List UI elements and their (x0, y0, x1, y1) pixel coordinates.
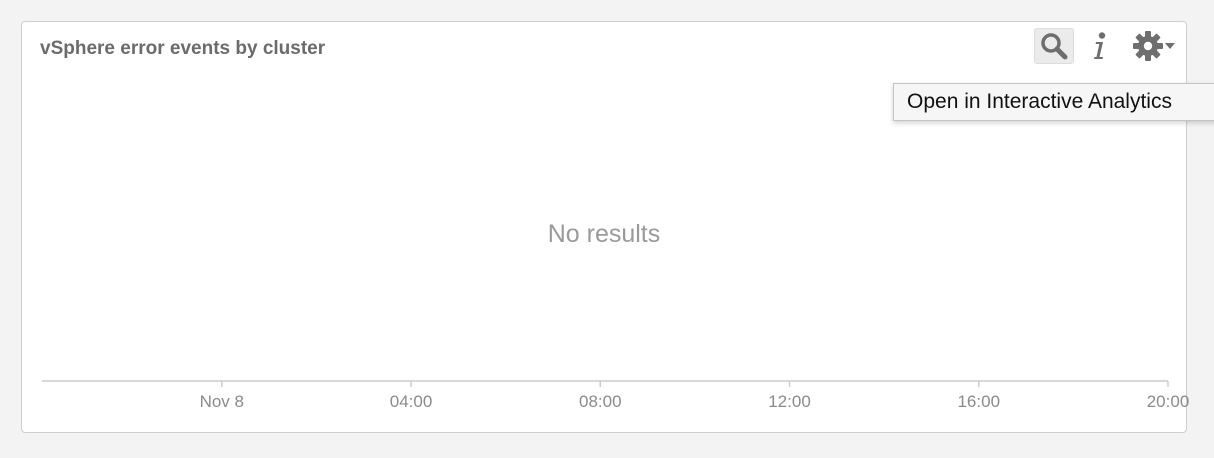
x-axis-tick-label: 20:00 (1146, 392, 1190, 411)
x-axis-tick-label: 16:00 (957, 392, 1001, 411)
x-axis-tick-label: 04:00 (389, 392, 433, 411)
x-axis-tick-label: 08:00 (578, 392, 622, 411)
x-axis-tick-label: Nov 8 (199, 392, 244, 411)
tooltip-open-in-interactive-analytics: Open in Interactive Analytics (893, 83, 1214, 121)
x-axis-tick-label: 12:00 (768, 392, 811, 411)
